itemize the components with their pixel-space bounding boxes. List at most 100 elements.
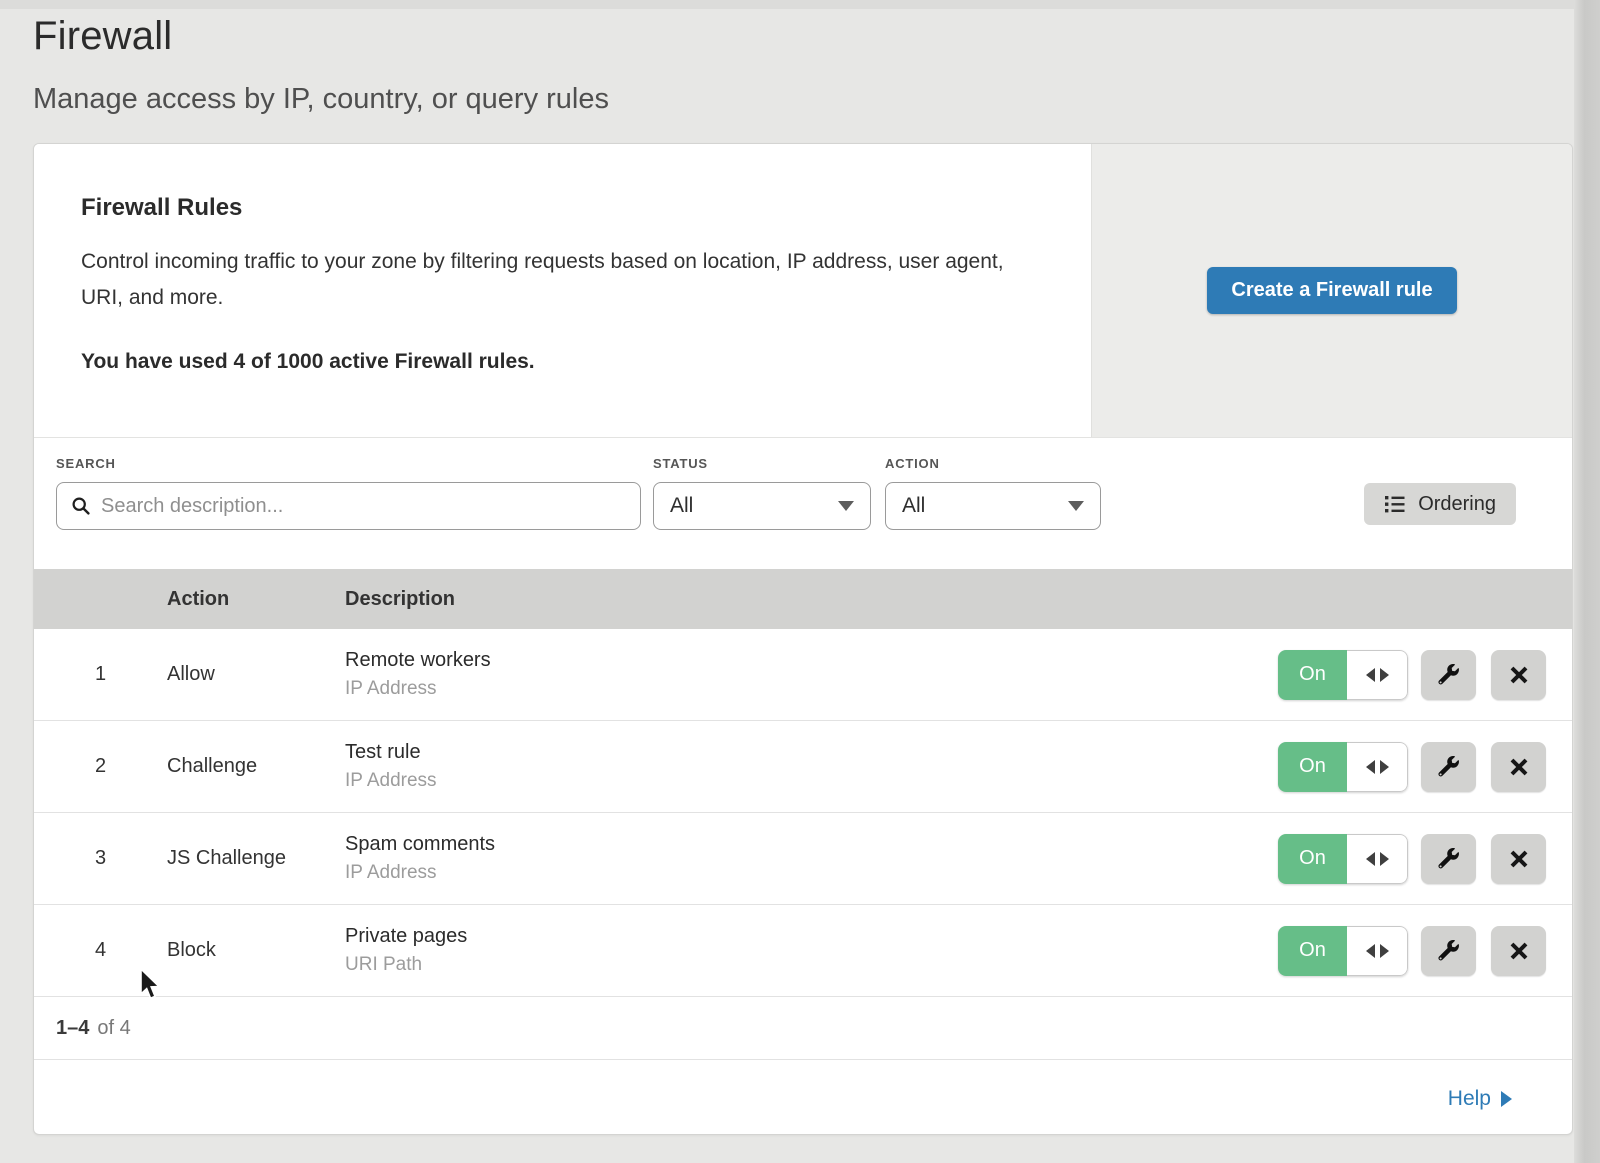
search-icon — [71, 496, 91, 516]
chevron-down-icon — [1068, 501, 1084, 511]
action-label: ACTION — [885, 456, 1101, 471]
wrench-icon — [1438, 756, 1459, 777]
usage-summary: You have used 4 of 1000 active Firewall … — [81, 350, 1031, 374]
search-input[interactable] — [101, 495, 626, 518]
rule-toggle: On — [1278, 742, 1408, 792]
page-subtitle: Manage access by IP, country, or query r… — [33, 83, 1600, 116]
rule-action: Block — [167, 939, 345, 962]
rule-description: Test rule — [345, 741, 1278, 764]
toggle-on-button[interactable]: On — [1278, 926, 1347, 976]
window-right-edge — [1574, 0, 1600, 1163]
arrow-left-icon — [1366, 944, 1375, 958]
rule-toggle: On — [1278, 926, 1408, 976]
rule-action: Allow — [167, 663, 345, 686]
overview-heading: Firewall Rules — [81, 194, 1031, 222]
status-filter-group: STATUS All — [653, 456, 871, 530]
rule-action: JS Challenge — [167, 847, 345, 870]
toggle-handle[interactable] — [1347, 650, 1408, 700]
delete-rule-button[interactable] — [1491, 834, 1546, 884]
rule-priority: 3 — [34, 847, 167, 870]
ordering-wrap: Ordering — [1364, 456, 1516, 525]
rule-controls: On — [1278, 650, 1572, 700]
toggle-handle[interactable] — [1347, 926, 1408, 976]
rule-match-type: IP Address — [345, 862, 1278, 884]
page-header: Firewall Manage access by IP, country, o… — [0, 0, 1600, 116]
edit-rule-button[interactable] — [1421, 742, 1476, 792]
rule-toggle: On — [1278, 650, 1408, 700]
table-row: 1 Allow Remote workers IP Address On — [34, 629, 1572, 721]
card-footer: Help — [34, 1059, 1572, 1135]
firewall-rules-card: Firewall Rules Control incoming traffic … — [33, 143, 1573, 1135]
overview-section: Firewall Rules Control incoming traffic … — [34, 144, 1572, 438]
rule-description: Private pages — [345, 925, 1278, 948]
search-filter-group: SEARCH — [56, 456, 641, 530]
chevron-down-icon — [838, 501, 854, 511]
help-link-label: Help — [1448, 1087, 1491, 1111]
close-icon — [1510, 942, 1528, 960]
wrench-icon — [1438, 848, 1459, 869]
pagination: 1–4 of 4 — [34, 997, 1572, 1059]
toggle-handle[interactable] — [1347, 742, 1408, 792]
rule-priority: 1 — [34, 663, 167, 686]
search-box[interactable] — [56, 482, 641, 530]
close-icon — [1510, 758, 1528, 776]
filters-bar: SEARCH STATUS All ACTION All — [34, 438, 1572, 569]
create-rule-panel: Create a Firewall rule — [1091, 144, 1572, 437]
toggle-on-button[interactable]: On — [1278, 834, 1347, 884]
edit-rule-button[interactable] — [1421, 926, 1476, 976]
rule-priority: 4 — [34, 939, 167, 962]
rule-toggle: On — [1278, 834, 1408, 884]
overview-description: Control incoming traffic to your zone by… — [81, 244, 1031, 316]
action-select[interactable]: All — [885, 482, 1101, 530]
overview-text-panel: Firewall Rules Control incoming traffic … — [34, 144, 1091, 437]
arrow-right-icon — [1380, 852, 1389, 866]
search-label: SEARCH — [56, 456, 641, 471]
rule-controls: On — [1278, 926, 1572, 976]
delete-rule-button[interactable] — [1491, 742, 1546, 792]
help-link[interactable]: Help — [1448, 1087, 1512, 1111]
rule-description-cell: Test rule IP Address — [345, 741, 1278, 792]
edit-rule-button[interactable] — [1421, 834, 1476, 884]
arrow-right-icon — [1380, 944, 1389, 958]
delete-rule-button[interactable] — [1491, 650, 1546, 700]
rule-controls: On — [1278, 742, 1572, 792]
arrow-left-icon — [1366, 852, 1375, 866]
table-row: 4 Block Private pages URI Path On — [34, 905, 1572, 997]
table-row: 3 JS Challenge Spam comments IP Address … — [34, 813, 1572, 905]
rule-action: Challenge — [167, 755, 345, 778]
rule-description: Spam comments — [345, 833, 1278, 856]
toggle-on-button[interactable]: On — [1278, 650, 1347, 700]
status-select[interactable]: All — [653, 482, 871, 530]
description-column-header: Description — [345, 588, 1572, 611]
rule-description-cell: Private pages URI Path — [345, 925, 1278, 976]
rule-priority: 2 — [34, 755, 167, 778]
action-filter-group: ACTION All — [885, 456, 1101, 530]
pagination-suffix: of 4 — [97, 1017, 130, 1040]
table-header: Action Description — [34, 569, 1572, 629]
wrench-icon — [1438, 940, 1459, 961]
status-selected-value: All — [670, 494, 693, 518]
arrow-right-icon — [1380, 760, 1389, 774]
rule-match-type: IP Address — [345, 770, 1278, 792]
rule-description-cell: Remote workers IP Address — [345, 649, 1278, 700]
ordering-button-label: Ordering — [1418, 493, 1496, 516]
toggle-on-button[interactable]: On — [1278, 742, 1347, 792]
table-row: 2 Challenge Test rule IP Address On — [34, 721, 1572, 813]
ordering-button[interactable]: Ordering — [1364, 483, 1516, 525]
page-title: Firewall — [33, 14, 1600, 59]
rule-description: Remote workers — [345, 649, 1278, 672]
arrow-left-icon — [1366, 760, 1375, 774]
action-column-header: Action — [167, 588, 345, 611]
create-firewall-rule-button[interactable]: Create a Firewall rule — [1207, 267, 1456, 314]
list-ordering-icon — [1384, 494, 1406, 514]
close-icon — [1510, 666, 1528, 684]
wrench-icon — [1438, 664, 1459, 685]
edit-rule-button[interactable] — [1421, 650, 1476, 700]
rule-match-type: IP Address — [345, 678, 1278, 700]
close-icon — [1510, 850, 1528, 868]
delete-rule-button[interactable] — [1491, 926, 1546, 976]
arrow-left-icon — [1366, 668, 1375, 682]
rule-match-type: URI Path — [345, 954, 1278, 976]
toggle-handle[interactable] — [1347, 834, 1408, 884]
status-label: STATUS — [653, 456, 871, 471]
